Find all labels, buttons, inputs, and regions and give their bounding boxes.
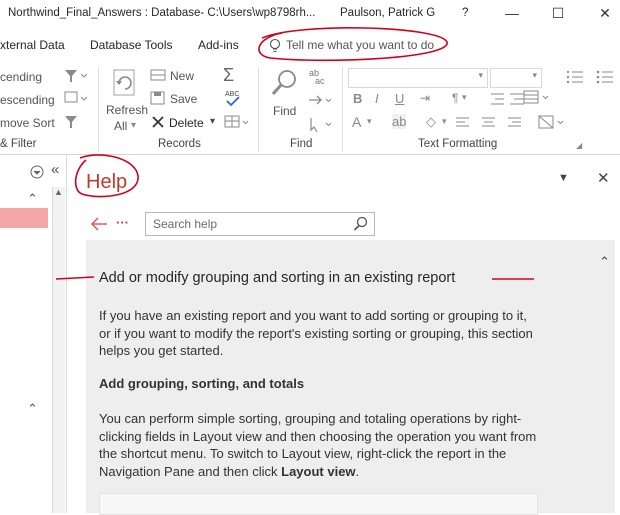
annotation-overlay [55,27,534,280]
annotation-underline-left [55,276,95,280]
annotation-circle-tell-me [258,27,448,62]
annotation-circle-help [74,154,139,198]
